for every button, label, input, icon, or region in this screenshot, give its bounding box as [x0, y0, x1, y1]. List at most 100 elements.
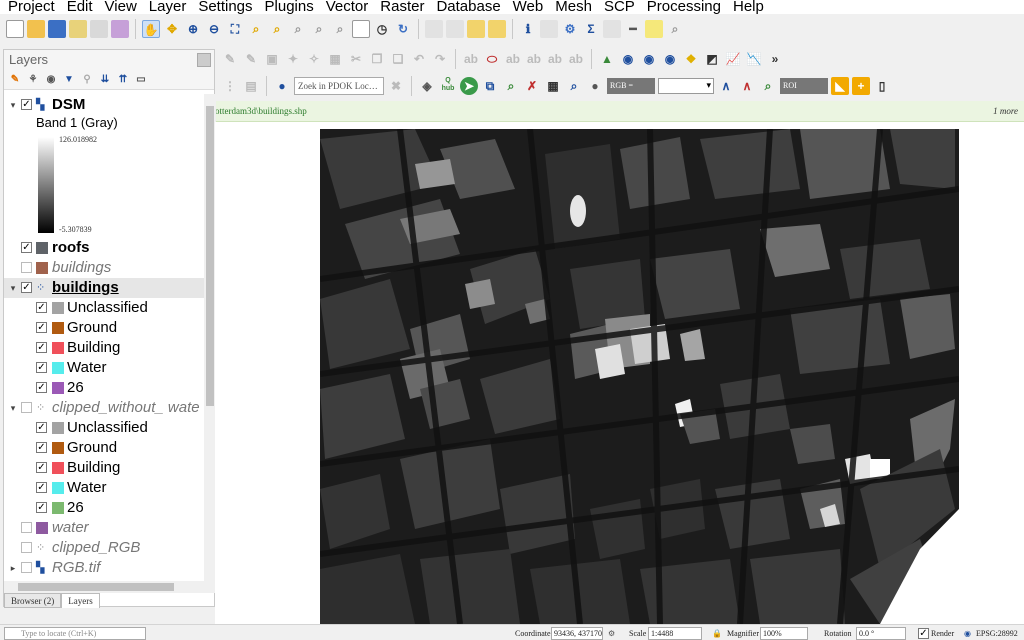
- label-pin-icon[interactable]: ⬭: [483, 50, 501, 68]
- triangle-warning-icon[interactable]: ▲: [598, 50, 616, 68]
- scp-curve-icon[interactable]: ∧: [717, 77, 735, 95]
- style-icon[interactable]: ✎: [8, 73, 22, 87]
- menu-scp[interactable]: SCP: [604, 0, 635, 14]
- locator-search-input[interactable]: Type to locate (Ctrl+K): [4, 627, 146, 640]
- layer-row-water[interactable]: water: [4, 518, 204, 538]
- globe-plugin-icon[interactable]: ◉: [619, 50, 637, 68]
- menu-raster[interactable]: Raster: [380, 0, 424, 14]
- zoom-full-icon[interactable]: ⛶: [226, 20, 244, 38]
- label-tool-icon[interactable]: ab: [462, 50, 480, 68]
- layer-style-icon[interactable]: ⋮: [221, 77, 239, 95]
- zoom-to-layer-icon[interactable]: ⌕: [268, 20, 286, 38]
- collapse-arrow-icon[interactable]: ▾: [8, 95, 18, 115]
- class-row[interactable]: ✓ 26: [4, 498, 204, 518]
- menu-vector[interactable]: Vector: [326, 0, 369, 14]
- layer-row-buildings-pointcloud[interactable]: ▾ ✓ ⁘ buildings: [4, 278, 204, 298]
- new-map-view-icon[interactable]: [352, 20, 370, 38]
- scp-vertical-icon[interactable]: ▯: [873, 77, 891, 95]
- chart-plugin-icon[interactable]: 📈: [724, 50, 742, 68]
- layer-row-clipped-without-water[interactable]: ▾ ⁘ clipped_without_ wate: [4, 398, 204, 418]
- class-row[interactable]: ✓ Ground: [4, 438, 204, 458]
- render-checkbox[interactable]: ✓: [918, 628, 929, 639]
- layout-manager-icon[interactable]: [90, 20, 108, 38]
- class-row[interactable]: ✓ 26: [4, 378, 204, 398]
- label-change-icon[interactable]: ab: [567, 50, 585, 68]
- menu-view[interactable]: View: [105, 0, 137, 14]
- class-checkbox[interactable]: ✓: [36, 482, 47, 493]
- new-print-layout-icon[interactable]: [69, 20, 87, 38]
- class-checkbox[interactable]: ✓: [36, 362, 47, 373]
- panel-float-icon[interactable]: [197, 53, 211, 67]
- class-checkbox[interactable]: ✓: [36, 462, 47, 473]
- scrollbar-thumb[interactable]: [18, 583, 174, 591]
- label-move-icon[interactable]: ab: [525, 50, 543, 68]
- remove-layer-icon[interactable]: ▭: [134, 73, 148, 87]
- pan-to-selection-icon[interactable]: ✥: [163, 20, 181, 38]
- owl-plugin-icon[interactable]: ◈: [418, 77, 436, 95]
- filter-icon[interactable]: ▼: [62, 73, 76, 87]
- current-edits-icon[interactable]: ✎: [221, 50, 239, 68]
- layer-checkbox[interactable]: [21, 262, 32, 273]
- layer-checkbox[interactable]: [21, 542, 32, 553]
- menu-mesh[interactable]: Mesh: [555, 0, 592, 14]
- attribute-table-icon[interactable]: [540, 20, 558, 38]
- menu-web[interactable]: Web: [513, 0, 544, 14]
- scrollbar-thumb[interactable]: [206, 106, 214, 406]
- tab-browser[interactable]: Browser (2): [4, 593, 62, 608]
- copy-features-icon[interactable]: ❐: [368, 50, 386, 68]
- pdok-clear-icon[interactable]: ✖: [387, 77, 405, 95]
- zoom-next-icon[interactable]: ⌕: [331, 20, 349, 38]
- add-feature-icon[interactable]: ✦: [284, 50, 302, 68]
- annotation-icon[interactable]: [645, 20, 663, 38]
- redo-icon[interactable]: ↷: [431, 50, 449, 68]
- eraser-icon[interactable]: ◩: [703, 50, 721, 68]
- layer-row-clipped-rgb[interactable]: ⁘ clipped_RGB: [4, 538, 204, 558]
- field-calculator-icon[interactable]: [603, 20, 621, 38]
- temporal-controller-icon[interactable]: ◷: [373, 20, 391, 38]
- label-rotate-icon[interactable]: ab: [546, 50, 564, 68]
- layer-row-dsm[interactable]: ▾ ✓ ▚ DSM: [4, 95, 204, 115]
- scale-field[interactable]: 1:4488: [648, 627, 702, 640]
- menu-settings[interactable]: Settings: [198, 0, 252, 14]
- scp-band-icon[interactable]: ▦: [544, 77, 562, 95]
- visibility-eye-icon[interactable]: ◉: [44, 73, 58, 87]
- layer-checkbox[interactable]: ✓: [21, 99, 32, 110]
- undo-icon[interactable]: ↶: [410, 50, 428, 68]
- class-checkbox[interactable]: ✓: [36, 342, 47, 353]
- menu-edit[interactable]: Edit: [67, 0, 93, 14]
- class-row[interactable]: ✓ Ground: [4, 318, 204, 338]
- layer-checkbox[interactable]: ✓: [21, 242, 32, 253]
- select-location-icon[interactable]: [488, 20, 506, 38]
- layer-checkbox[interactable]: [21, 522, 32, 533]
- scp-roi-search-icon[interactable]: ⌕: [759, 77, 777, 95]
- share-icon[interactable]: ➤: [460, 77, 478, 95]
- identify-icon[interactable]: ℹ: [519, 20, 537, 38]
- scp-rgb-icon[interactable]: ●: [586, 77, 604, 95]
- message-more[interactable]: 1 more: [993, 101, 1018, 122]
- layer-copy-icon[interactable]: ⧉: [481, 77, 499, 95]
- filter-legend-icon[interactable]: ⚲: [80, 73, 94, 87]
- save-edits-icon[interactable]: ▣: [263, 50, 281, 68]
- lock-scale-icon[interactable]: 🔒: [712, 627, 722, 640]
- collapse-all-icon[interactable]: ⇈: [116, 73, 130, 87]
- coordinate-field[interactable]: 93436, 437170: [551, 627, 603, 640]
- class-row[interactable]: ✓ Water: [4, 358, 204, 378]
- magnifier-field[interactable]: 100%: [760, 627, 808, 640]
- raster-calc-icon[interactable]: ▤: [242, 77, 260, 95]
- expand-all-icon[interactable]: ⇊: [98, 73, 112, 87]
- save-project-icon[interactable]: [48, 20, 66, 38]
- scp-zoom-icon[interactable]: ⌕: [565, 77, 583, 95]
- menu-help[interactable]: Help: [733, 0, 764, 14]
- class-row[interactable]: ✓ Water: [4, 478, 204, 498]
- scp-curve2-icon[interactable]: ∧: [738, 77, 756, 95]
- menu-project[interactable]: Project: [8, 0, 55, 14]
- scp-roi-icon[interactable]: ◣: [831, 77, 849, 95]
- qgis-hub-icon[interactable]: Qhub: [439, 77, 457, 95]
- pdok-search-input[interactable]: Zoek in PDOK Loc…: [294, 77, 384, 95]
- deselect-icon[interactable]: [467, 20, 485, 38]
- class-checkbox[interactable]: ✓: [36, 322, 47, 333]
- layer-row-roofs[interactable]: ✓ roofs: [4, 238, 204, 258]
- tab-layers[interactable]: Layers: [61, 593, 100, 608]
- class-row[interactable]: ✓ Unclassified: [4, 298, 204, 318]
- python-console-icon[interactable]: ◉: [661, 50, 679, 68]
